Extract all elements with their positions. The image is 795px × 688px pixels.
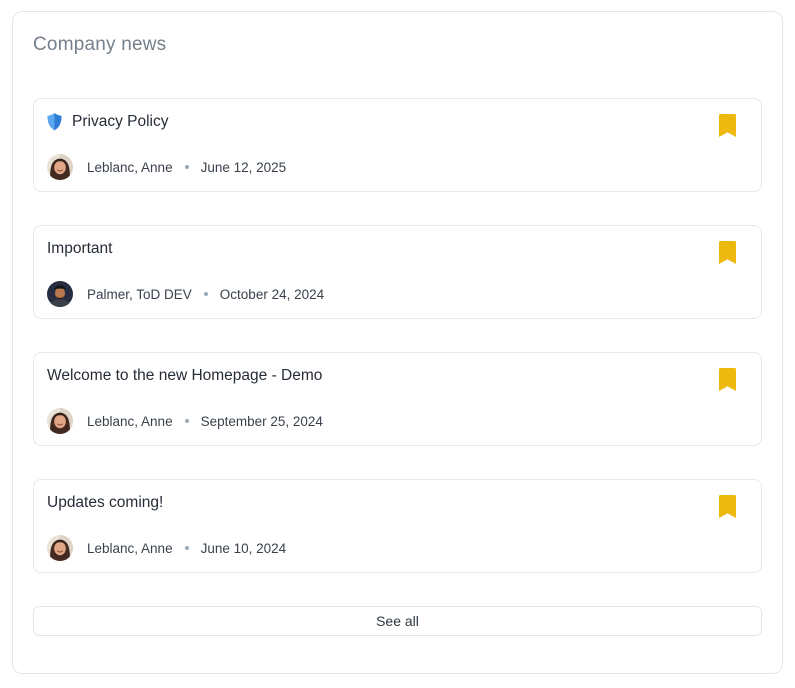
publish-date: June 10, 2024	[201, 541, 287, 556]
news-item[interactable]: Welcome to the new Homepage - Demo	[33, 352, 762, 446]
card-title: Company news	[33, 33, 762, 57]
news-item-meta: Palmer, ToD DEV October 24, 2024	[47, 281, 713, 307]
separator-dot-icon	[185, 546, 189, 550]
avatar	[47, 408, 73, 434]
news-item-title: Welcome to the new Homepage - Demo	[47, 366, 322, 386]
bookmark-icon[interactable]	[719, 114, 736, 137]
bookmark-icon[interactable]	[719, 241, 736, 264]
news-item-meta: Leblanc, Anne June 10, 2024	[47, 535, 713, 561]
news-list: Privacy Policy Le	[33, 98, 762, 573]
news-item-title: Important	[47, 239, 112, 259]
author-name: Palmer, ToD DEV	[87, 287, 192, 302]
author-name: Leblanc, Anne	[87, 541, 173, 556]
news-item-meta: Leblanc, Anne September 25, 2024	[47, 408, 713, 434]
news-item[interactable]: Privacy Policy Le	[33, 98, 762, 192]
shield-icon	[47, 113, 62, 131]
see-all-button[interactable]: See all	[33, 606, 762, 636]
avatar	[47, 535, 73, 561]
avatar	[47, 154, 73, 180]
news-item-title-row: Privacy Policy	[47, 112, 713, 132]
news-item-title: Updates coming!	[47, 493, 163, 513]
news-item-title-row: Important	[47, 239, 713, 259]
publish-date: September 25, 2024	[201, 414, 323, 429]
author-name: Leblanc, Anne	[87, 160, 173, 175]
separator-dot-icon	[185, 419, 189, 423]
author-name: Leblanc, Anne	[87, 414, 173, 429]
publish-date: October 24, 2024	[220, 287, 324, 302]
bookmark-icon[interactable]	[719, 368, 736, 391]
publish-date: June 12, 2025	[201, 160, 287, 175]
avatar	[47, 281, 73, 307]
news-item-title-row: Updates coming!	[47, 493, 713, 513]
bookmark-icon[interactable]	[719, 495, 736, 518]
news-item-title: Privacy Policy	[72, 112, 168, 132]
news-item-meta: Leblanc, Anne June 12, 2025	[47, 154, 713, 180]
news-item-title-row: Welcome to the new Homepage - Demo	[47, 366, 713, 386]
news-item[interactable]: Updates coming! L	[33, 479, 762, 573]
separator-dot-icon	[204, 292, 208, 296]
company-news-card: Company news Privacy Policy	[12, 11, 783, 674]
separator-dot-icon	[185, 165, 189, 169]
news-item[interactable]: Important Palmer, ToD DEV	[33, 225, 762, 319]
